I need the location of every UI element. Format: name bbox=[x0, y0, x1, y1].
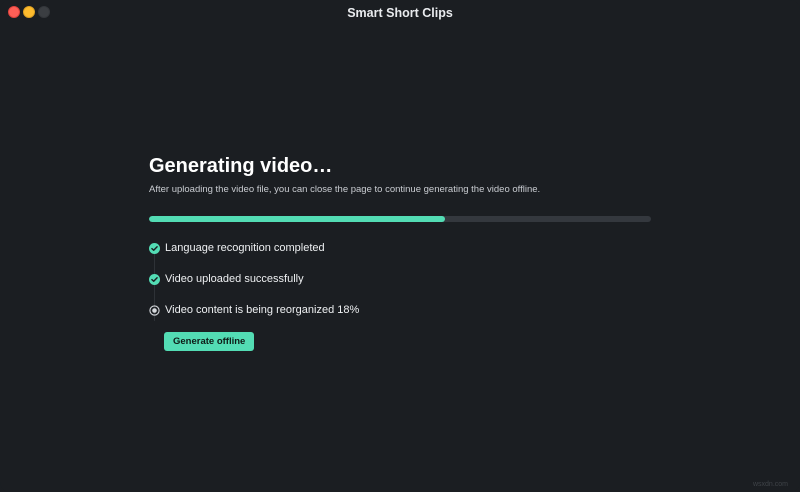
step-label: Video uploaded successfully bbox=[165, 273, 304, 285]
page-subtitle: After uploading the video file, you can … bbox=[149, 184, 541, 195]
generation-panel: Generating video… After uploading the vi… bbox=[149, 154, 651, 351]
progress-bar-fill bbox=[149, 216, 446, 222]
step-item-language-recognition: Language recognition completed bbox=[149, 238, 651, 258]
app-window: Smart Short Clips Generating video… Afte… bbox=[0, 0, 800, 492]
check-circle-icon bbox=[149, 242, 160, 254]
step-label: Language recognition completed bbox=[165, 242, 325, 254]
watermark: wsxdn.com bbox=[752, 481, 788, 488]
step-item-content-reorganize: Video content is being reorganized 18% bbox=[149, 300, 651, 320]
title-bar: Smart Short Clips bbox=[0, 0, 800, 26]
radio-dot-icon bbox=[149, 304, 160, 316]
progress-bar bbox=[149, 216, 651, 222]
step-list: Language recognition completed Video upl… bbox=[149, 238, 651, 351]
check-circle-icon bbox=[149, 273, 160, 285]
step-item-video-upload: Video uploaded successfully bbox=[149, 269, 651, 289]
window-title: Smart Short Clips bbox=[347, 6, 453, 20]
step-label: Video content is being reorganized 18% bbox=[165, 304, 360, 316]
page-title: Generating video… bbox=[149, 155, 333, 177]
generate-offline-button[interactable]: Generate offline bbox=[164, 332, 255, 351]
